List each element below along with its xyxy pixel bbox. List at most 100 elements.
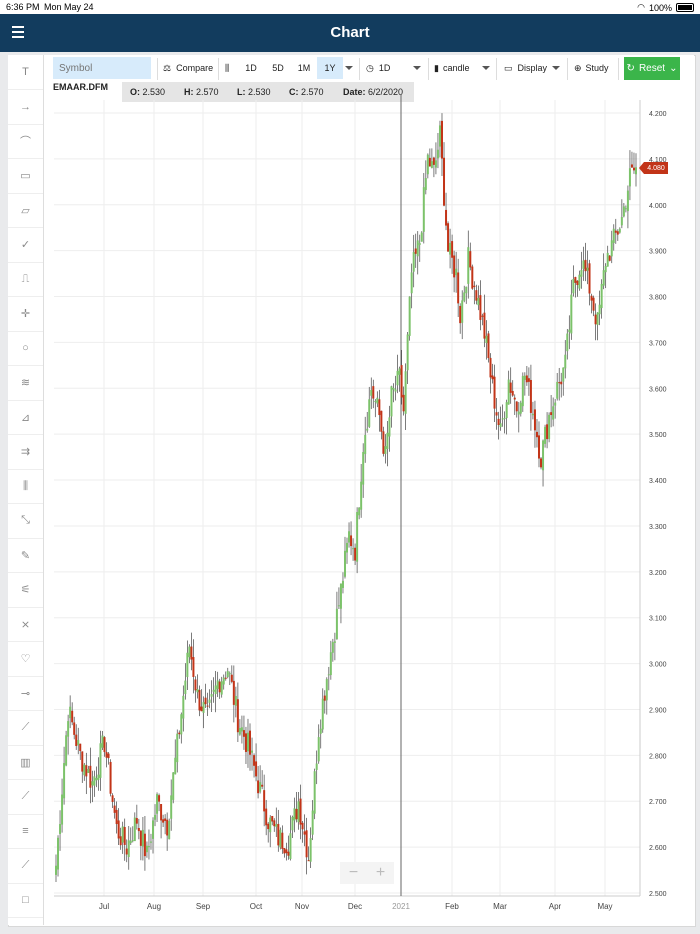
candle-up — [418, 243, 421, 245]
candle-down — [303, 831, 306, 835]
candle-up — [240, 727, 243, 732]
candle-up — [325, 679, 328, 701]
candle-down — [158, 795, 161, 802]
zoom-controls: − + — [340, 862, 394, 884]
candle-down — [479, 295, 482, 320]
candle-up — [129, 840, 132, 844]
candle-down — [560, 381, 563, 385]
candle-down — [469, 251, 472, 268]
candle-down — [287, 851, 290, 856]
candle-up — [93, 776, 96, 786]
candle-down — [630, 164, 633, 168]
candle-down — [533, 409, 536, 431]
candle-down — [382, 431, 385, 454]
candle-up — [410, 272, 413, 294]
candle-down — [445, 209, 448, 226]
candle-down — [540, 458, 543, 468]
candle-down — [473, 285, 476, 287]
candle-up — [626, 190, 629, 212]
x-tick-label: Jul — [99, 902, 109, 911]
candle-up — [210, 694, 213, 697]
candle-down — [257, 780, 260, 794]
candle-up — [293, 808, 296, 821]
y-tick-label: 3.900 — [649, 249, 667, 256]
candle-up — [168, 821, 171, 840]
candle-down — [79, 743, 82, 752]
x-tick-label: Apr — [549, 902, 562, 911]
candle-down — [236, 699, 239, 733]
candle-up — [612, 228, 615, 243]
candle-up — [562, 367, 565, 382]
candle-down — [400, 365, 403, 398]
candle-down — [527, 378, 530, 382]
candle-up — [388, 417, 391, 437]
candle-down — [475, 290, 478, 301]
candle-down — [594, 314, 597, 325]
candle-down — [190, 646, 193, 660]
candle-down — [558, 382, 561, 384]
candle-up — [131, 840, 134, 842]
candle-up — [521, 375, 524, 407]
candle-down — [119, 836, 122, 846]
candle-up — [297, 801, 300, 823]
candle-down — [493, 376, 496, 409]
candle-down — [111, 795, 114, 802]
candle-up — [596, 312, 599, 325]
candle-down — [283, 848, 286, 854]
candle-down — [89, 765, 92, 788]
candle-up — [420, 232, 423, 242]
candle-up — [259, 782, 262, 792]
candle-up — [202, 702, 205, 713]
candle-up — [499, 423, 502, 428]
candle-up — [321, 698, 324, 730]
y-tick-label: 3.000 — [649, 662, 667, 669]
candle-down — [244, 733, 247, 752]
candle-up — [374, 400, 377, 402]
candle-down — [107, 753, 110, 759]
candle-up — [329, 652, 332, 676]
candle-up — [279, 829, 282, 848]
candle-down — [550, 412, 553, 416]
y-tick-label: 2.800 — [649, 753, 667, 760]
candle-down — [350, 535, 353, 547]
candle-up — [208, 699, 211, 703]
candle-down — [305, 830, 308, 858]
candle-up — [531, 413, 534, 416]
candle-up — [360, 481, 363, 510]
candle-up — [77, 739, 80, 746]
candle-up — [186, 652, 189, 678]
last-price-tag: 4.080 — [639, 162, 668, 174]
candle-up — [67, 721, 70, 737]
candle-up — [251, 750, 254, 753]
candle-down — [123, 827, 126, 845]
candle-up — [180, 714, 183, 735]
candle-down — [632, 167, 635, 171]
candle-up — [121, 826, 124, 843]
candle-up — [455, 268, 458, 276]
zoom-out-button[interactable]: − — [349, 864, 358, 882]
candle-up — [554, 402, 557, 406]
candle-up — [461, 300, 464, 323]
candle-up — [141, 829, 144, 847]
candle-up — [519, 402, 522, 414]
candle-down — [198, 690, 201, 711]
y-tick-label: 3.200 — [649, 570, 667, 577]
candle-up — [61, 794, 64, 825]
candle-up — [214, 685, 217, 695]
candle-up — [275, 824, 278, 827]
y-tick-label: 3.400 — [649, 478, 667, 485]
candlestick-chart[interactable]: 2.500 2.600 2.700 2.800 2.900 3.000 3.100 3.200… — [0, 0, 700, 934]
candle-up — [149, 841, 152, 843]
candle-up — [507, 379, 510, 405]
zoom-in-button[interactable]: + — [376, 864, 385, 882]
candle-down — [85, 765, 88, 777]
candle-up — [396, 370, 399, 386]
candle-up — [620, 216, 623, 226]
candle-down — [537, 435, 540, 459]
candle-down — [491, 375, 494, 380]
candle-down — [372, 386, 375, 399]
candle-up — [184, 680, 187, 695]
candle-up — [438, 125, 441, 147]
candle-up — [358, 507, 361, 516]
candle-up — [341, 580, 344, 588]
